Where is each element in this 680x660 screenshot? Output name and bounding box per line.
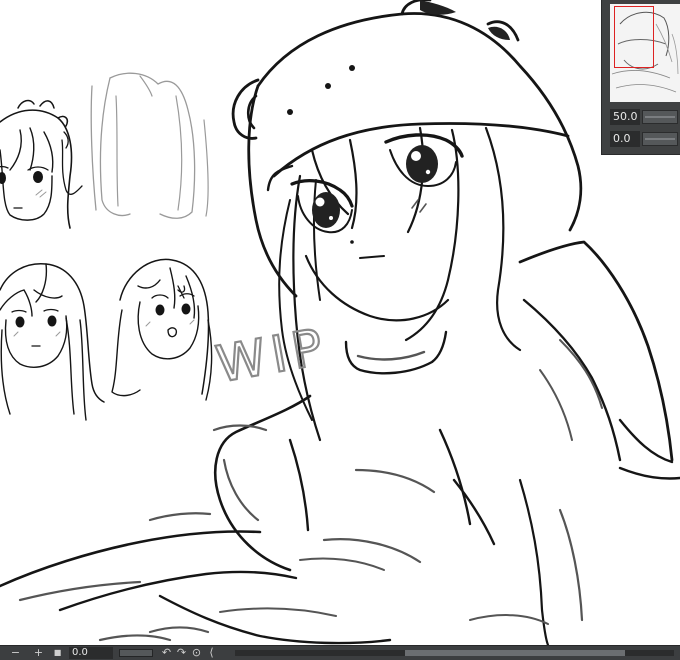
sketch-head-small-1 [0, 99, 83, 229]
sketch-artwork: WIP [0, 0, 680, 645]
navigator-rotation-field[interactable]: 0.0 [610, 131, 640, 147]
sketch-hair-outlines [90, 72, 209, 219]
wip-sketch-text: WIP [212, 317, 333, 394]
navigator-zoom-row: 50.0 [610, 109, 680, 125]
sketch-head-small-3 [111, 258, 213, 401]
zoom-out-button[interactable]: − [8, 646, 23, 660]
sketch-main-character [0, 0, 680, 645]
navigator-preview[interactable] [610, 4, 680, 102]
square-icon: ■ [53, 648, 62, 657]
reset-view-button[interactable]: ⊙ [189, 646, 204, 660]
rotation-angle-field[interactable]: 0.0 [69, 647, 113, 659]
sketch-head-small-2 [0, 263, 105, 421]
navigator-rotation-slider[interactable] [642, 132, 678, 146]
minus-icon: − [10, 646, 21, 659]
navigator-rotation-row: 0.0 [610, 131, 680, 147]
drawing-canvas[interactable]: WIP [0, 0, 680, 645]
zoom-in-button[interactable]: + [31, 646, 46, 660]
navigator-zoom-field[interactable]: 50.0 [610, 109, 640, 125]
chevron-left-icon: ⟨ [209, 646, 214, 659]
plus-icon: + [33, 646, 44, 659]
rotate-left-icon: ↶ [161, 646, 172, 659]
flip-button[interactable]: ⟨ [204, 646, 219, 660]
rotate-right-icon: ↷ [176, 646, 187, 659]
navigator-view-frame[interactable] [614, 6, 654, 68]
navigator-zoom-slider[interactable] [642, 110, 678, 124]
reset-view-icon: ⊙ [191, 646, 202, 659]
rotation-slider[interactable] [119, 649, 153, 657]
rotate-right-button[interactable]: ↷ [174, 646, 189, 660]
rotate-left-button[interactable]: ↶ [159, 646, 174, 660]
horizontal-scrollbar[interactable] [235, 650, 674, 656]
navigator-panel: 50.0 0.0 [601, 0, 680, 155]
fit-view-button[interactable]: ■ [50, 646, 65, 660]
horizontal-scroll-thumb[interactable] [405, 650, 625, 656]
status-bar: − + ■ 0.0 ↶ ↷ ⊙ ⟨ [0, 645, 680, 660]
